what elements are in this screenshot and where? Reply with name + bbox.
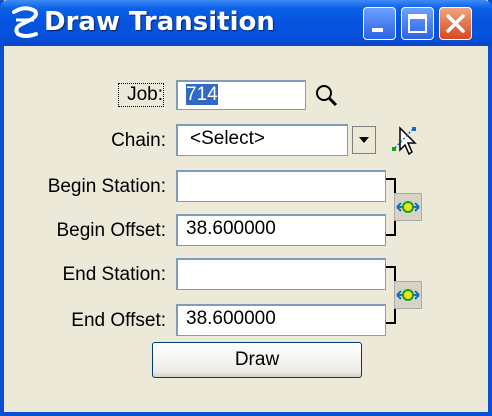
- begin-lock-button[interactable]: [394, 193, 422, 221]
- draw-button[interactable]: Draw: [152, 342, 362, 378]
- chain-dropdown-button[interactable]: [352, 126, 376, 154]
- pick-cursor-icon[interactable]: [390, 124, 420, 156]
- search-icon[interactable]: [314, 83, 340, 109]
- target-lock-icon: [396, 289, 420, 301]
- job-label[interactable]: Job:: [118, 83, 164, 107]
- job-field[interactable]: 714: [176, 80, 306, 110]
- chain-select-value: <Select>: [190, 128, 265, 149]
- chain-label: Chain:: [111, 130, 166, 151]
- begin-offset-field[interactable]: 38.600000: [176, 214, 386, 246]
- target-lock-icon: [396, 201, 420, 213]
- begin-station-field[interactable]: [176, 170, 386, 202]
- close-icon: [446, 14, 465, 33]
- end-offset-field[interactable]: 38.600000: [176, 304, 386, 336]
- begin-offset-label: Begin Offset:: [56, 220, 167, 241]
- app-logo-icon: [12, 6, 38, 38]
- maximize-button[interactable]: [401, 7, 434, 40]
- chevron-down-icon: [359, 137, 369, 143]
- end-station-field[interactable]: [176, 258, 386, 290]
- draw-transition-dialog: Draw Transition Job: 714 Chain: <Select>: [0, 0, 492, 416]
- job-value: 714: [186, 84, 218, 105]
- end-station-label: End Station:: [62, 264, 166, 285]
- begin-station-label: Begin Station:: [47, 176, 166, 197]
- end-offset-value: 38.600000: [186, 308, 276, 329]
- window-title: Draw Transition: [44, 7, 275, 37]
- title-bar[interactable]: Draw Transition: [0, 0, 492, 46]
- close-button[interactable]: [439, 7, 472, 40]
- minimize-button[interactable]: [363, 7, 396, 40]
- begin-offset-value: 38.600000: [186, 218, 276, 239]
- chain-select[interactable]: <Select>: [176, 124, 348, 156]
- end-offset-label: End Offset:: [71, 310, 166, 331]
- end-lock-button[interactable]: [394, 281, 422, 309]
- minimize-icon: [372, 28, 383, 32]
- maximize-icon: [408, 14, 427, 33]
